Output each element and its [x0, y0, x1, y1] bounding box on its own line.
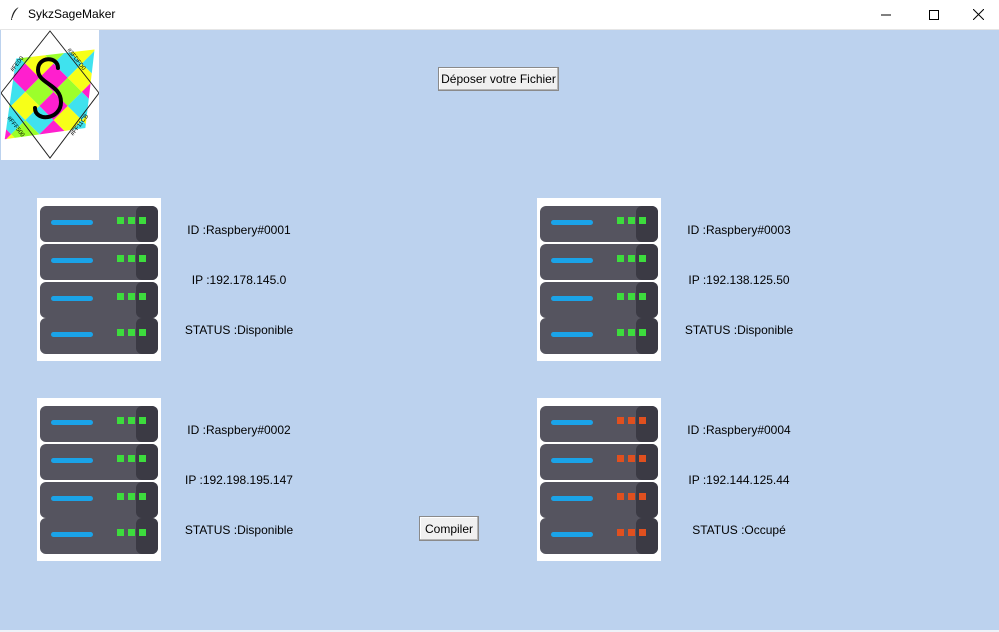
server-4-ip: IP :192.144.125.44	[688, 473, 790, 487]
status-led	[617, 217, 624, 224]
status-led	[617, 529, 624, 536]
status-led	[639, 293, 646, 300]
close-button[interactable]	[955, 0, 999, 29]
status-led	[139, 329, 146, 336]
upload-file-button[interactable]: Déposer votre Fichier	[438, 67, 559, 91]
status-led	[139, 455, 146, 462]
window-title: SykzSageMaker	[28, 7, 116, 21]
server-icon	[537, 198, 661, 361]
server-2-status: STATUS :Disponible	[184, 523, 294, 537]
title-bar: SykzSageMaker	[0, 0, 999, 30]
status-led	[128, 417, 135, 424]
server-rack	[540, 206, 658, 354]
status-led	[639, 255, 646, 262]
status-led	[117, 417, 124, 424]
status-led	[628, 329, 635, 336]
status-led	[128, 529, 135, 536]
status-led	[139, 493, 146, 500]
status-led	[639, 455, 646, 462]
status-led	[628, 455, 635, 462]
server-3-status: STATUS :Disponible	[684, 323, 794, 337]
status-led	[628, 255, 635, 262]
status-led	[139, 293, 146, 300]
status-led	[139, 217, 146, 224]
status-led	[117, 455, 124, 462]
status-led	[117, 293, 124, 300]
maximize-icon	[929, 9, 939, 20]
status-led	[628, 529, 635, 536]
status-led	[117, 217, 124, 224]
server-1-ip: IP :192.178.145.0	[191, 273, 287, 287]
status-led	[628, 417, 635, 424]
status-led	[139, 529, 146, 536]
server-1-status: STATUS :Disponible	[184, 323, 294, 337]
status-led	[117, 329, 124, 336]
feather-icon	[11, 6, 20, 20]
status-led	[117, 529, 124, 536]
status-led	[628, 293, 635, 300]
maximize-button[interactable]	[911, 0, 957, 29]
status-led	[128, 293, 135, 300]
status-led	[628, 217, 635, 224]
server-2-ip: IP :192.198.195.147	[185, 473, 293, 487]
status-led	[128, 329, 135, 336]
close-icon	[972, 9, 984, 20]
server-4-id: ID :Raspbery#0004	[687, 423, 791, 437]
status-led	[617, 329, 624, 336]
server-rack	[40, 406, 158, 554]
status-led	[117, 255, 124, 262]
minimize-button[interactable]	[863, 0, 909, 29]
server-rack	[540, 406, 658, 554]
server-icon	[37, 398, 161, 561]
server-icon	[37, 198, 161, 361]
status-led	[639, 493, 646, 500]
server-2-id: ID :Raspbery#0002	[187, 423, 291, 437]
status-led	[639, 217, 646, 224]
compile-button[interactable]: Compiler	[419, 516, 479, 541]
main-window: #FE00 #3FDFD0 #FFF500 #FF11CB Déposer vo…	[0, 14, 999, 630]
status-led	[617, 493, 624, 500]
server-4-status: STATUS :Occupé	[692, 523, 786, 537]
status-led	[639, 417, 646, 424]
status-led	[639, 529, 646, 536]
minimize-icon	[881, 14, 891, 15]
server-3-id: ID :Raspbery#0003	[687, 223, 791, 237]
server-1-id: ID :Raspbery#0001	[187, 223, 291, 237]
status-led	[639, 329, 646, 336]
status-led	[617, 455, 624, 462]
status-led	[128, 493, 135, 500]
status-led	[128, 255, 135, 262]
status-led	[617, 293, 624, 300]
status-led	[128, 217, 135, 224]
status-led	[617, 255, 624, 262]
server-rack	[40, 206, 158, 354]
server-3-ip: IP :192.138.125.50	[688, 273, 790, 287]
status-led	[139, 255, 146, 262]
status-led	[628, 493, 635, 500]
status-led	[117, 493, 124, 500]
status-led	[128, 455, 135, 462]
status-led	[139, 417, 146, 424]
status-led	[617, 417, 624, 424]
server-icon	[537, 398, 661, 561]
app-logo: #FE00 #3FDFD0 #FFF500 #FF11CB	[0, 14, 130, 174]
